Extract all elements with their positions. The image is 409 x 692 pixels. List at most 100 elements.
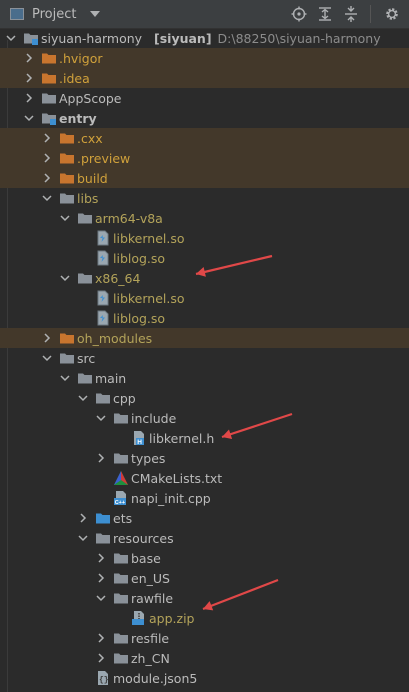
- collapse-all-icon[interactable]: [340, 3, 362, 25]
- gray-folder-icon: [113, 450, 129, 466]
- module-folder-icon: [23, 30, 39, 46]
- tree-item-siyuan-harmony[interactable]: siyuan-harmony [siyuan] D:\88250\siyuan-ha…: [0, 28, 409, 48]
- tree-item-rawfile[interactable]: rawfile: [0, 588, 409, 608]
- chevron-down-icon[interactable]: [77, 392, 89, 404]
- tree-item-label: liblog.so: [113, 250, 166, 266]
- tree-item-ets[interactable]: ets: [0, 508, 409, 528]
- blue-folder-icon: [95, 510, 111, 526]
- so-file-icon: [95, 290, 111, 306]
- tree-item-label: app.zip: [149, 610, 195, 626]
- chevron-right-icon[interactable]: [77, 512, 89, 524]
- gray-folder-icon: [113, 570, 129, 586]
- tree-item-zh-cn[interactable]: zh_CN: [0, 648, 409, 668]
- tree-item-label: ets: [113, 510, 133, 526]
- gray-folder-icon: [113, 630, 129, 646]
- tree-item-label: .idea: [59, 70, 90, 86]
- chevron-right-icon[interactable]: [95, 552, 107, 564]
- module-folder-icon: [41, 110, 57, 126]
- orange-folder-icon: [59, 170, 75, 186]
- tree-item-napi-init-cpp[interactable]: C++ napi_init.cpp: [0, 488, 409, 508]
- tree-item-src[interactable]: src: [0, 348, 409, 368]
- settings-icon[interactable]: [381, 3, 403, 25]
- gray-folder-icon: [59, 350, 75, 366]
- tree-item-idea[interactable]: .idea: [0, 68, 409, 88]
- chevron-down-icon[interactable]: [90, 11, 101, 17]
- tree-item-include[interactable]: include: [0, 408, 409, 428]
- gray-folder-icon: [59, 190, 75, 206]
- cmake-icon: [113, 470, 129, 486]
- tree-item-appscope[interactable]: AppScope: [0, 88, 409, 108]
- tree-item-liblog-so[interactable]: liblog.so: [0, 248, 409, 268]
- tree-item-libkernel-so[interactable]: libkernel.so: [0, 228, 409, 248]
- chevron-down-icon[interactable]: [59, 212, 71, 224]
- expand-all-icon[interactable]: [314, 3, 336, 25]
- tree-item-label: resfile: [131, 630, 170, 646]
- so-file-icon: [95, 230, 111, 246]
- tree-item-label: siyuan-harmony: [41, 30, 143, 46]
- tree-item-label: .hvigor: [59, 50, 103, 66]
- tree-item-preview[interactable]: .preview: [0, 148, 409, 168]
- chevron-right-icon[interactable]: [95, 652, 107, 664]
- project-panel-header: Project: [0, 0, 409, 29]
- svg-text:H: H: [137, 439, 142, 446]
- chevron-down-icon[interactable]: [77, 532, 89, 544]
- tree-item-label: entry: [59, 110, 97, 126]
- orange-folder-icon: [59, 130, 75, 146]
- tree-item-label: libkernel.so: [113, 290, 185, 306]
- tree-item-entry[interactable]: entry: [0, 108, 409, 128]
- tree-item-oh-modules[interactable]: oh_modules: [0, 328, 409, 348]
- gray-folder-icon: [113, 550, 129, 566]
- tree-item-cpp[interactable]: cpp: [0, 388, 409, 408]
- tree-item-resources[interactable]: resources: [0, 528, 409, 548]
- tree-item-label: rawfile: [131, 590, 174, 606]
- gray-folder-icon: [77, 270, 93, 286]
- tree-item-label: arm64-v8a: [95, 210, 163, 226]
- chevron-right-icon[interactable]: [95, 452, 107, 464]
- tree-item-libkernel-so[interactable]: libkernel.so: [0, 288, 409, 308]
- tree-item-label: libkernel.so: [113, 230, 185, 246]
- tree-item-cxx[interactable]: .cxx: [0, 128, 409, 148]
- chevron-down-icon[interactable]: [23, 112, 35, 124]
- tree-item-resfile[interactable]: resfile: [0, 628, 409, 648]
- chevron-down-icon[interactable]: [5, 32, 17, 44]
- chevron-down-icon[interactable]: [41, 192, 53, 204]
- chevron-down-icon[interactable]: [59, 372, 71, 384]
- tree-item-hvigor[interactable]: .hvigor: [0, 48, 409, 68]
- svg-text:C++: C++: [115, 500, 125, 506]
- chevron-right-icon[interactable]: [23, 52, 35, 64]
- chevron-down-icon[interactable]: [95, 592, 107, 604]
- gray-folder-icon: [113, 590, 129, 606]
- tree-item-en-us[interactable]: en_US: [0, 568, 409, 588]
- tree-item-build[interactable]: build: [0, 168, 409, 188]
- tree-item-liblog-so[interactable]: liblog.so: [0, 308, 409, 328]
- tree-item-types[interactable]: types: [0, 448, 409, 468]
- tree-item-app-zip[interactable]: app.zip: [0, 608, 409, 628]
- tree-item-base[interactable]: base: [0, 548, 409, 568]
- tree-item-label: libs: [77, 190, 99, 206]
- chevron-right-icon[interactable]: [95, 632, 107, 644]
- chevron-right-icon[interactable]: [41, 132, 53, 144]
- tree-item-main[interactable]: main: [0, 368, 409, 388]
- tree-item-x86-64[interactable]: x86_64: [0, 268, 409, 288]
- tree-item-cmakelists-txt[interactable]: CMakeLists.txt: [0, 468, 409, 488]
- chevron-right-icon[interactable]: [41, 152, 53, 164]
- tree-item-libs[interactable]: libs: [0, 188, 409, 208]
- tree-item-libkernel-h[interactable]: Hlibkernel.h: [0, 428, 409, 448]
- chevron-down-icon[interactable]: [59, 272, 71, 284]
- module-info: [siyuan] D:\88250\siyuan-harmony: [148, 31, 381, 46]
- tree-item-arm64-v8a[interactable]: arm64-v8a: [0, 208, 409, 228]
- chevron-down-icon[interactable]: [95, 412, 107, 424]
- tree-item-module-json5[interactable]: {} module.json5: [0, 668, 409, 688]
- chevron-right-icon[interactable]: [23, 72, 35, 84]
- chevron-right-icon[interactable]: [23, 92, 35, 104]
- project-view-selector[interactable]: Project: [10, 7, 101, 22]
- tree-item-label: zh_CN: [131, 650, 170, 666]
- chevron-right-icon[interactable]: [41, 332, 53, 344]
- tree-item-label: liblog.so: [113, 310, 166, 326]
- zip-file-icon: [131, 610, 147, 626]
- locate-icon[interactable]: [288, 3, 310, 25]
- tree-item-label: x86_64: [95, 270, 141, 286]
- chevron-right-icon[interactable]: [41, 172, 53, 184]
- chevron-down-icon[interactable]: [41, 352, 53, 364]
- chevron-right-icon[interactable]: [95, 572, 107, 584]
